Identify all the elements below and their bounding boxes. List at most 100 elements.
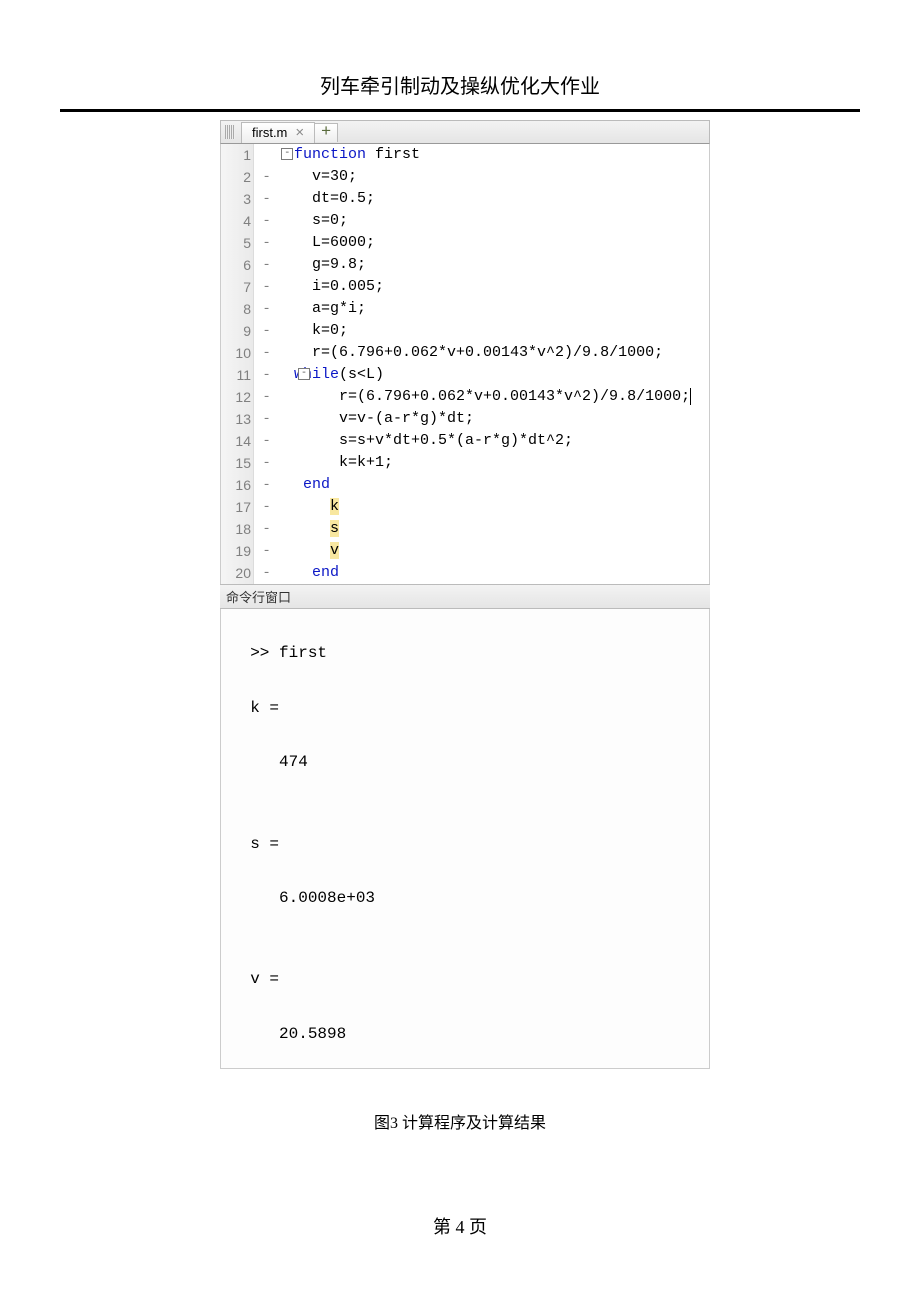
code-text: L=6000; [294, 232, 709, 254]
gutter: - [254, 430, 294, 452]
line-number: 2 [221, 166, 254, 188]
code-text: v=30; [294, 166, 709, 188]
code-text: dt=0.5; [294, 188, 709, 210]
code-text: k [294, 496, 709, 518]
line-number: 20 [221, 562, 254, 584]
code-line: 13 - v=v-(a-r*g)*dt; [221, 408, 709, 430]
code-text: end [294, 474, 709, 496]
line-number: 13 [221, 408, 254, 430]
line-number: 11 [221, 364, 254, 386]
new-tab-button[interactable]: + [314, 123, 338, 142]
code-text: v=v-(a-r*g)*dt; [294, 408, 709, 430]
code-line: 19 - v [221, 540, 709, 562]
code-text: r=(6.796+0.062*v+0.00143*v^2)/9.8/1000; [294, 386, 709, 408]
fold-toggle-icon[interactable]: - [281, 148, 293, 160]
code-line: 12 - r=(6.796+0.062*v+0.00143*v^2)/9.8/1… [221, 386, 709, 408]
line-number: 1 [221, 144, 254, 166]
code-text: k=0; [294, 320, 709, 342]
header-rule [60, 109, 860, 112]
gutter: - [254, 320, 294, 342]
output-command: >> first [250, 644, 327, 662]
code-text: g=9.8; [294, 254, 709, 276]
code-line: 16 - end [221, 474, 709, 496]
line-number: 10 [221, 342, 254, 364]
code-line: 18 - s [221, 518, 709, 540]
line-number: 18 [221, 518, 254, 540]
code-line: 17 - k [221, 496, 709, 518]
code-line: 3 - dt=0.5; [221, 188, 709, 210]
gutter: - [254, 232, 294, 254]
output-s-label: s = [250, 835, 279, 853]
output-v-label: v = [250, 970, 279, 988]
code-line: 20 - end [221, 562, 709, 584]
page-number: 第 4 页 [0, 1213, 920, 1239]
gutter: - [254, 408, 294, 430]
output-k-value: 474 [279, 753, 308, 771]
line-number: 12 [221, 386, 254, 408]
gutter: - [254, 342, 294, 364]
line-number: 17 [221, 496, 254, 518]
code-line: 15 - k=k+1; [221, 452, 709, 474]
gutter: - [254, 540, 294, 562]
gutter: - [254, 474, 294, 496]
gutter: - [254, 254, 294, 276]
code-line: 6 - g=9.8; [221, 254, 709, 276]
code-text: function first [294, 144, 709, 166]
plus-icon: + [321, 123, 331, 142]
figure-caption: 图3 计算程序及计算结果 [0, 1109, 920, 1133]
code-text: s [294, 518, 709, 540]
output-v-value: 20.5898 [279, 1025, 346, 1043]
code-text: i=0.005; [294, 276, 709, 298]
line-number: 19 [221, 540, 254, 562]
page-title: 列车牵引制动及操纵优化大作业 [0, 70, 920, 99]
code-text: while(s<L) [294, 364, 709, 386]
line-number: 3 [221, 188, 254, 210]
gutter: - - [254, 364, 294, 386]
line-number: 15 [221, 452, 254, 474]
line-number: 6 [221, 254, 254, 276]
gutter: - [254, 188, 294, 210]
gutter: - [254, 144, 294, 166]
editor-tab-bar: first.m × + [220, 120, 710, 144]
fold-toggle-icon[interactable]: - [298, 368, 310, 380]
line-number: 7 [221, 276, 254, 298]
code-line: 11 - -while(s<L) [221, 364, 709, 386]
line-number: 9 [221, 320, 254, 342]
line-number: 16 [221, 474, 254, 496]
code-text: v [294, 540, 709, 562]
code-text: k=k+1; [294, 452, 709, 474]
code-line: 2 - v=30; [221, 166, 709, 188]
document-page: 列车牵引制动及操纵优化大作业 first.m × + 1 -function f… [0, 0, 920, 1279]
command-window-output: >> first k = 474 s = 6.0008e+03 v = 20.5… [220, 609, 710, 1069]
code-line: 4 - s=0; [221, 210, 709, 232]
editor-tab-first[interactable]: first.m × [241, 122, 315, 143]
code-line: 1 -function first [221, 144, 709, 166]
code-text: a=g*i; [294, 298, 709, 320]
code-text: s=0; [294, 210, 709, 232]
gutter: - [254, 496, 294, 518]
code-line: 7 - i=0.005; [221, 276, 709, 298]
code-line: 10 - r=(6.796+0.062*v+0.00143*v^2)/9.8/1… [221, 342, 709, 364]
output-k-label: k = [250, 699, 279, 717]
gutter: - [254, 166, 294, 188]
line-number: 8 [221, 298, 254, 320]
gutter: - [254, 298, 294, 320]
code-line: 5 - L=6000; [221, 232, 709, 254]
code-line: 8 - a=g*i; [221, 298, 709, 320]
code-text: s=s+v*dt+0.5*(a-r*g)*dt^2; [294, 430, 709, 452]
gutter: - [254, 276, 294, 298]
line-number: 4 [221, 210, 254, 232]
drag-handle-icon [225, 125, 235, 139]
gutter: - [254, 562, 294, 584]
gutter: - [254, 518, 294, 540]
output-s-value: 6.0008e+03 [279, 889, 375, 907]
gutter: - [254, 452, 294, 474]
code-text: r=(6.796+0.062*v+0.00143*v^2)/9.8/1000; [294, 342, 709, 364]
line-number: 5 [221, 232, 254, 254]
gutter: - [254, 386, 294, 408]
code-editor[interactable]: 1 -function first2 - v=30;3 - dt=0.5;4 -… [220, 144, 710, 584]
gutter: - [254, 210, 294, 232]
matlab-editor-screenshot: first.m × + 1 -function first2 - v=30;3 … [220, 120, 710, 1069]
close-icon[interactable]: × [295, 125, 304, 140]
line-number: 14 [221, 430, 254, 452]
